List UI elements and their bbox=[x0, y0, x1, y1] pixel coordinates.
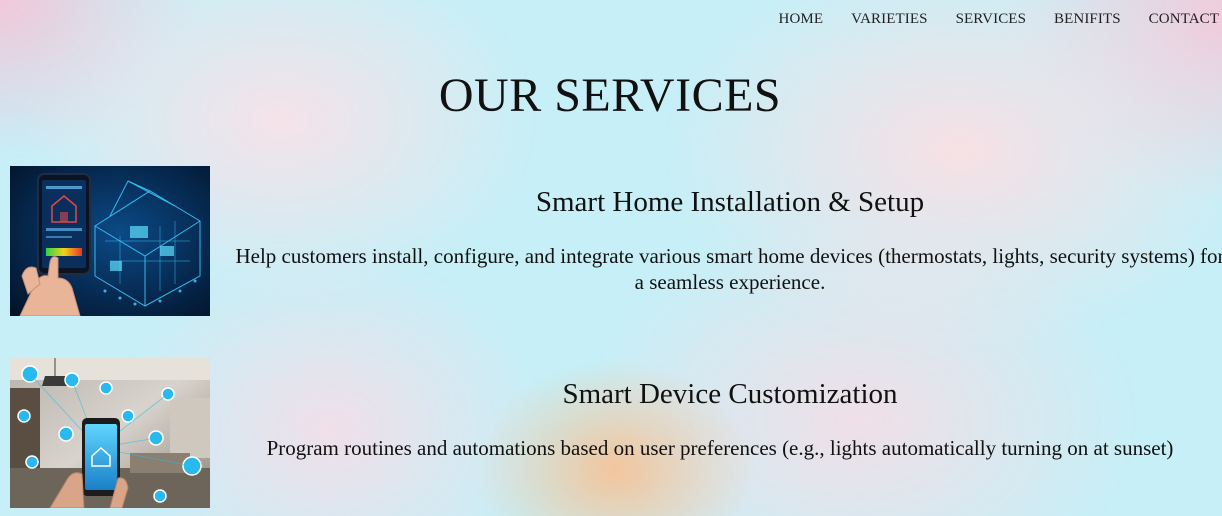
service-description: Program routines and automations based o… bbox=[266, 436, 1174, 460]
service-card-installation: Smart Home Installation & Setup Help cus… bbox=[10, 166, 1222, 316]
service-title: Smart Device Customization bbox=[562, 378, 898, 410]
smart-home-tablet-image bbox=[10, 166, 210, 316]
page-title: OUR SERVICES bbox=[438, 69, 782, 122]
nav-varieties-link[interactable]: VARIETIES bbox=[851, 11, 927, 28]
nav-home-link[interactable]: HOME bbox=[779, 11, 824, 28]
service-card-customization: Smart Device Customization Program routi… bbox=[10, 358, 1222, 508]
service-title: Smart Home Installation & Setup bbox=[535, 186, 925, 218]
top-nav: HOME VARIETIES SERVICES BENIFITS CONTACT bbox=[779, 11, 1219, 28]
nav-services-link[interactable]: SERVICES bbox=[956, 11, 1026, 28]
nav-benifits-link[interactable]: BENIFITS bbox=[1054, 11, 1121, 28]
smart-phone-room-image bbox=[10, 358, 210, 508]
nav-contact-link[interactable]: CONTACT bbox=[1149, 11, 1219, 28]
service-description: Help customers install, configure, and i… bbox=[235, 244, 1222, 294]
